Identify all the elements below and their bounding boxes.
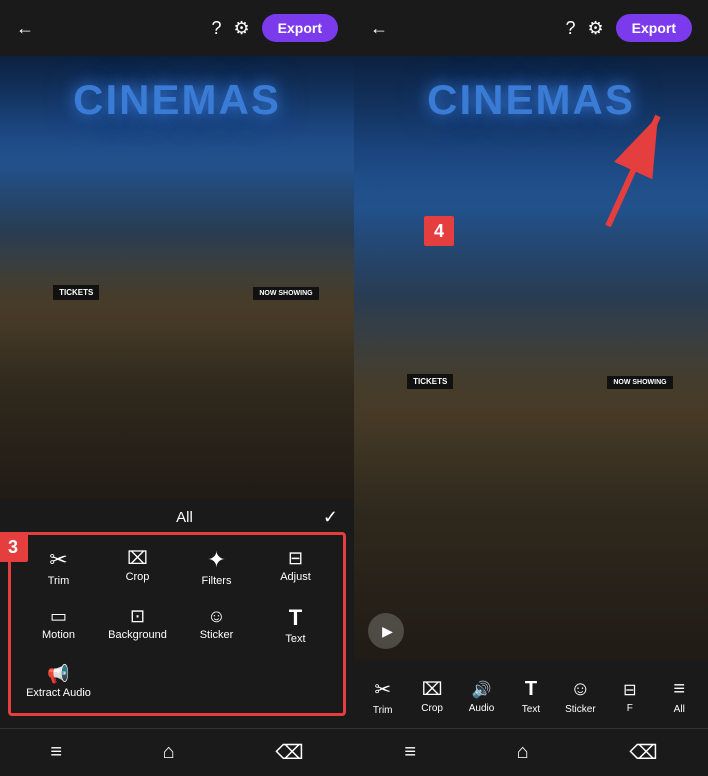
right-tool-f[interactable]: ⊟ F [608, 676, 652, 718]
play-button[interactable]: ▶ [368, 613, 404, 649]
right-nav-right: ? ⚙ Export [566, 14, 693, 42]
step3-indicator: 3 [0, 532, 28, 562]
right-tool-audio[interactable]: 🔊 Audio [460, 676, 504, 718]
text-icon: T [289, 607, 302, 629]
right-text-icon: T [525, 678, 537, 701]
right-crop-icon: ⌧ [422, 679, 443, 700]
tool-text[interactable]: T Text [256, 597, 335, 655]
tool-motion[interactable]: ▭ Motion [19, 597, 98, 655]
right-tool-trim[interactable]: ✂ Trim [361, 673, 405, 720]
left-nav-home-icon[interactable]: ⌂ [163, 741, 175, 764]
tools-grid: ✂ Trim ⌧ Crop ✦ Filters ⊟ Adjust ▭ [8, 532, 346, 716]
left-export-button[interactable]: Export [262, 14, 338, 42]
left-bottom-nav: ≡ ⌂ ⌫ [0, 728, 354, 776]
now-showing-left: NOW SHOWING [253, 287, 318, 300]
tool-crop[interactable]: ⌧ Crop [98, 539, 177, 597]
motion-label: Motion [42, 629, 75, 641]
left-panel: ← ? ⚙ Export CINEMAS TICKETS NOW SHOWING… [0, 0, 354, 776]
trim-icon: ✂ [49, 549, 67, 571]
toolbar-header: All ✓ [0, 499, 354, 532]
right-f-label: F [627, 703, 633, 714]
tools-container: 3 ✂ Trim ⌧ Crop ✦ Filters ⊟ Adjust [0, 532, 354, 716]
left-nav-back-icon[interactable]: ⌫ [275, 740, 303, 765]
left-nav-right: ? ⚙ Export [212, 14, 339, 42]
tool-background[interactable]: ⊡ Background [98, 597, 177, 655]
toolbar-title: All [46, 509, 323, 526]
right-text-label: Text [522, 704, 540, 715]
left-nav-left: ← [16, 18, 34, 39]
right-tool-text[interactable]: T Text [509, 674, 553, 719]
filters-label: Filters [202, 575, 232, 587]
text-label: Text [285, 633, 305, 645]
right-bottom-nav: ≡ ⌂ ⌫ [354, 728, 708, 776]
trim-label: Trim [48, 575, 70, 587]
crop-icon: ⌧ [127, 549, 148, 567]
play-icon: ▶ [382, 623, 393, 640]
left-nav-menu-icon[interactable]: ≡ [50, 741, 62, 764]
right-tools-row: ✂ Trim ⌧ Crop 🔊 Audio T Text ☺ Sticker ⊟ [358, 669, 704, 724]
left-help-button[interactable]: ? [212, 18, 222, 39]
background-icon: ⊡ [130, 607, 145, 625]
crop-label: Crop [126, 571, 150, 583]
right-video-preview: CINEMAS TICKETS NOW SHOWING 4 ▶ [354, 56, 708, 661]
filters-icon: ✦ [207, 549, 225, 571]
adjust-label: Adjust [280, 571, 311, 583]
right-nav-back-icon[interactable]: ⌫ [629, 740, 657, 765]
right-tool-sticker[interactable]: ☺ Sticker [558, 674, 602, 719]
right-help-button[interactable]: ? [566, 18, 576, 39]
right-tool-all[interactable]: ≡ All [657, 674, 701, 719]
sticker-label: Sticker [200, 629, 234, 641]
right-settings-button[interactable]: ⚙ [588, 18, 604, 39]
background-label: Background [108, 629, 167, 641]
left-settings-button[interactable]: ⚙ [234, 18, 250, 39]
right-trim-label: Trim [373, 705, 393, 716]
tickets-sign-left: TICKETS [53, 285, 99, 300]
right-sticker-label: Sticker [565, 704, 596, 715]
right-sticker-icon: ☺ [570, 678, 590, 701]
right-toolbar: ✂ Trim ⌧ Crop 🔊 Audio T Text ☺ Sticker ⊟ [354, 661, 708, 728]
right-tool-crop[interactable]: ⌧ Crop [410, 675, 454, 718]
sticker-icon: ☺ [207, 607, 225, 625]
right-panel: ← ? ⚙ Export CINEMAS TICKETS NOW SHOWING… [354, 0, 708, 776]
right-all-label: All [674, 704, 685, 715]
right-export-button[interactable]: Export [616, 14, 692, 42]
adjust-icon: ⊟ [288, 549, 303, 567]
right-nav-home-icon[interactable]: ⌂ [517, 741, 529, 764]
extract-audio-icon: 📢 [47, 665, 69, 683]
left-top-bar: ← ? ⚙ Export [0, 0, 354, 56]
right-back-button[interactable]: ← [370, 18, 388, 39]
right-nav-left: ← [370, 18, 388, 39]
right-trim-icon: ✂ [374, 677, 391, 702]
tool-adjust[interactable]: ⊟ Adjust [256, 539, 335, 597]
right-audio-label: Audio [469, 703, 495, 714]
tool-sticker[interactable]: ☺ Sticker [177, 597, 256, 655]
motion-icon: ▭ [50, 607, 67, 625]
extract-audio-label: Extract Audio [26, 687, 91, 699]
right-crop-label: Crop [421, 703, 443, 714]
right-nav-menu-icon[interactable]: ≡ [404, 741, 416, 764]
now-showing-right: NOW SHOWING [607, 376, 672, 389]
left-video-preview: CINEMAS TICKETS NOW SHOWING [0, 56, 354, 499]
right-all-icon: ≡ [673, 678, 685, 701]
check-icon[interactable]: ✓ [323, 507, 338, 528]
tool-extract-audio[interactable]: 📢 Extract Audio [19, 655, 98, 709]
tickets-sign-right: TICKETS [407, 374, 453, 389]
left-back-button[interactable]: ← [16, 18, 34, 39]
right-top-bar: ← ? ⚙ Export [354, 0, 708, 56]
left-toolbar-area: All ✓ 3 ✂ Trim ⌧ Crop ✦ Filters [0, 499, 354, 728]
right-f-icon: ⊟ [623, 680, 636, 700]
step4-indicator: 4 [424, 216, 454, 246]
tool-filters[interactable]: ✦ Filters [177, 539, 256, 597]
tool-trim[interactable]: ✂ Trim [19, 539, 98, 597]
red-arrow [578, 106, 678, 241]
cinema-sign-left: CINEMAS [73, 76, 281, 124]
right-audio-icon: 🔊 [472, 680, 492, 700]
